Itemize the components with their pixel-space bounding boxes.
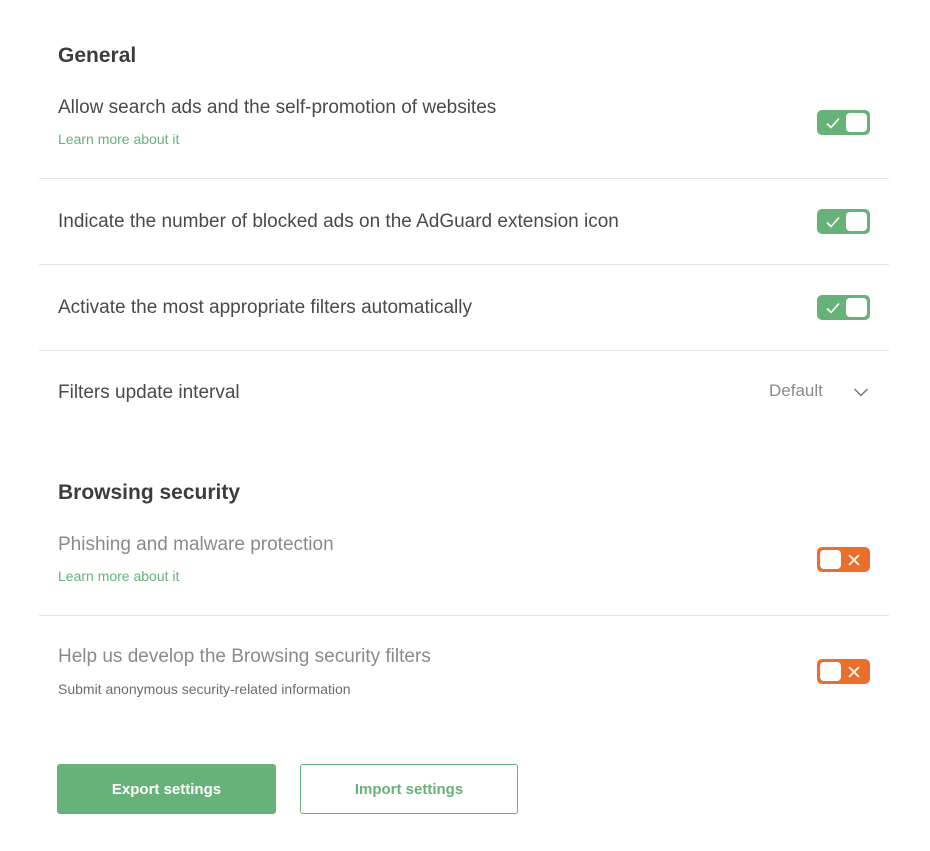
setting-description: Submit anonymous security-related inform… (58, 681, 351, 697)
toggle-knob (820, 550, 841, 569)
setting-label: Activate the most appropriate filters au… (58, 297, 472, 318)
chevron-down-icon (853, 388, 869, 397)
phishing-toggle[interactable] (817, 547, 870, 572)
general-section-title: General (58, 44, 137, 67)
auto-filters-toggle[interactable] (817, 295, 870, 320)
check-icon (826, 302, 840, 314)
setting-row-blocked-count: Indicate the number of blocked ads on th… (39, 179, 889, 265)
cross-icon (848, 554, 860, 566)
setting-label: Indicate the number of blocked ads on th… (58, 211, 619, 232)
setting-row-auto-filters: Activate the most appropriate filters au… (39, 265, 889, 351)
toggle-knob (846, 298, 867, 317)
update-interval-select[interactable]: Default (769, 380, 874, 404)
check-icon (826, 216, 840, 228)
setting-label: Filters update interval (58, 382, 240, 403)
help-develop-toggle[interactable] (817, 659, 870, 684)
toggle-knob (846, 212, 867, 231)
setting-row-search-ads: Allow search ads and the self-promotion … (39, 88, 889, 179)
check-icon (826, 117, 840, 129)
select-value: Default (769, 381, 823, 400)
export-settings-button[interactable]: Export settings (57, 764, 276, 814)
cross-icon (848, 666, 860, 678)
setting-label: Help us develop the Browsing security fi… (58, 646, 431, 667)
import-settings-button[interactable]: Import settings (300, 764, 518, 814)
browsing-security-section-title: Browsing security (58, 481, 241, 504)
setting-row-help-develop: Help us develop the Browsing security fi… (39, 616, 889, 716)
learn-more-link[interactable]: Learn more about it (58, 568, 179, 584)
setting-label: Allow search ads and the self-promotion … (58, 97, 497, 118)
setting-row-update-interval: Filters update interval Default (39, 351, 889, 431)
search-ads-toggle[interactable] (817, 110, 870, 135)
setting-row-phishing: Phishing and malware protection Learn mo… (39, 525, 889, 616)
learn-more-link[interactable]: Learn more about it (58, 131, 179, 147)
blocked-count-toggle[interactable] (817, 209, 870, 234)
setting-label: Phishing and malware protection (58, 534, 334, 555)
toggle-knob (820, 662, 841, 681)
toggle-knob (846, 113, 867, 132)
